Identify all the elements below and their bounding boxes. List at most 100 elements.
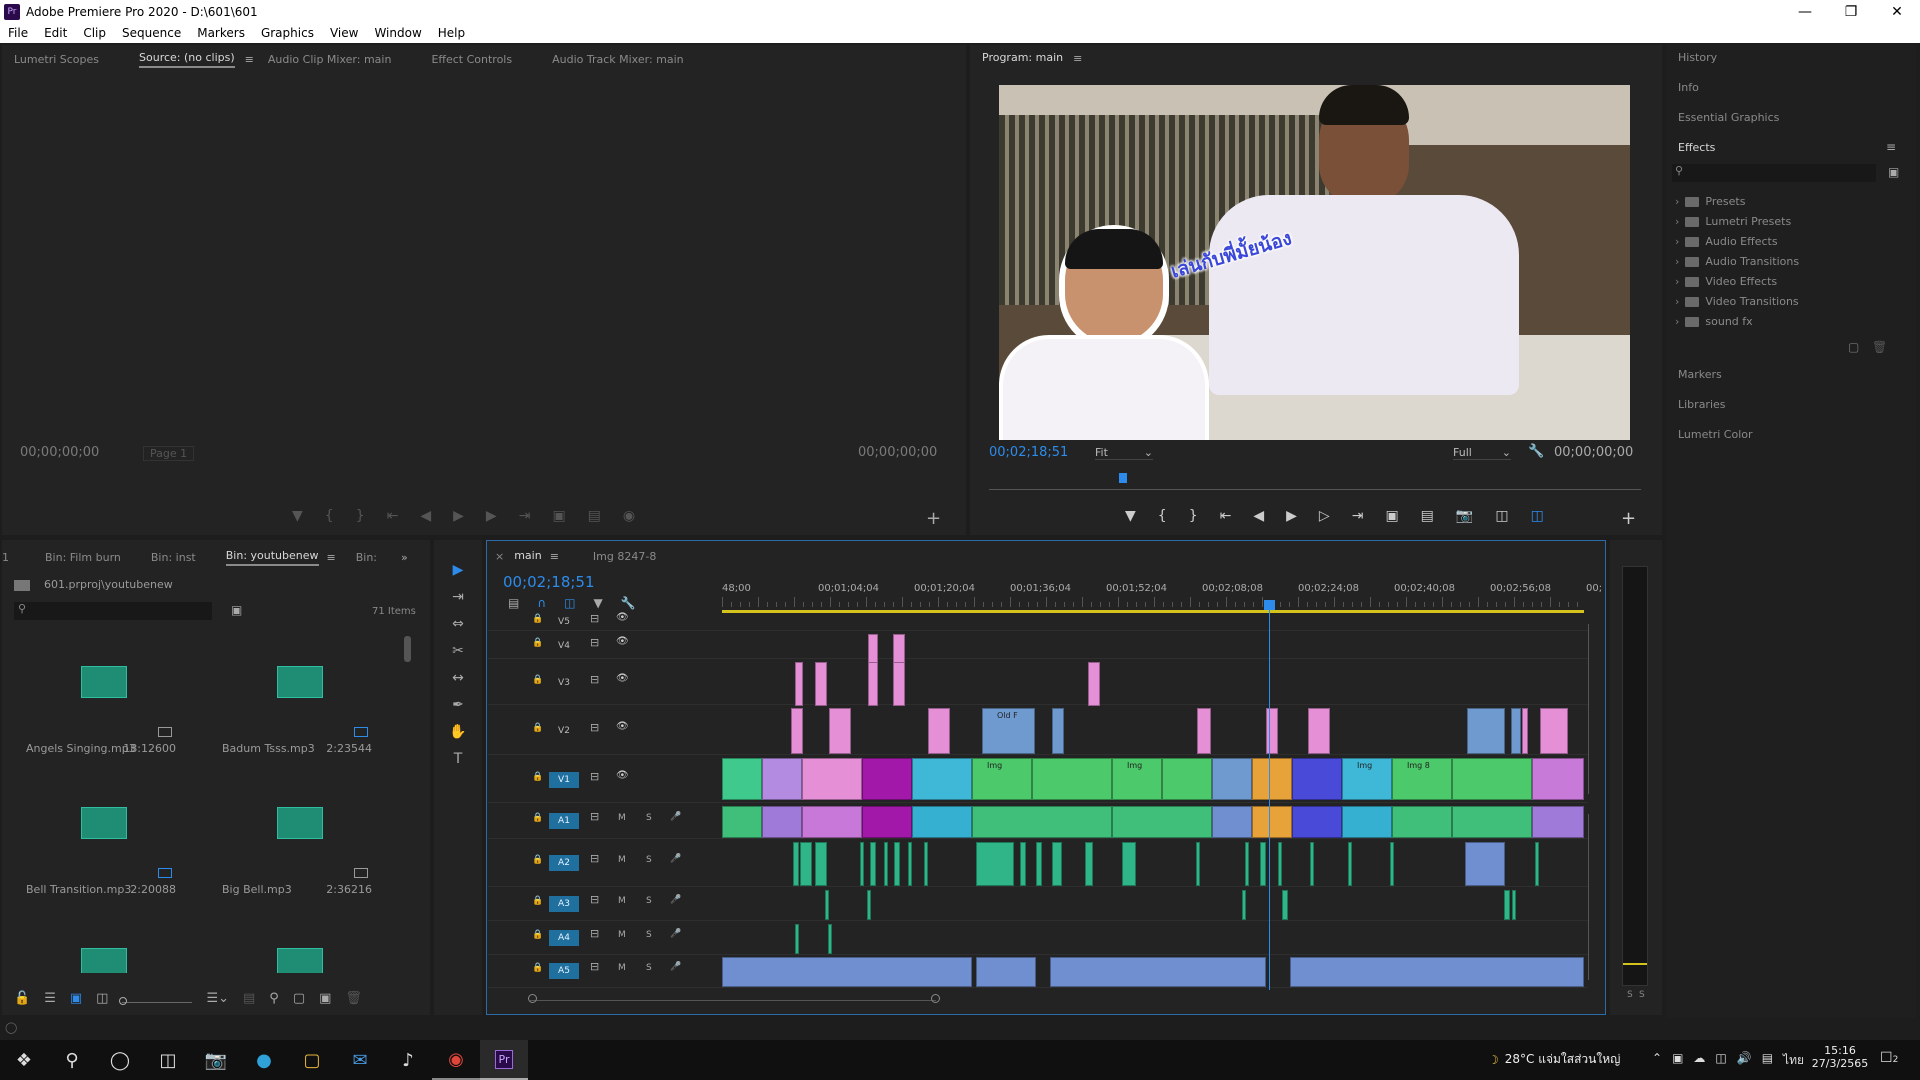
timeline-timecode[interactable]: 00;02;18;51 bbox=[503, 573, 595, 591]
weather-widget[interactable]: ☽ 28°C แจ่มใสส่วนใหญ่ bbox=[1488, 1050, 1620, 1069]
sort-icon[interactable]: ☰⌄ bbox=[206, 991, 229, 1006]
voiceover-mic-icon[interactable]: 🎤 bbox=[670, 895, 681, 905]
meter-solo-right[interactable]: S bbox=[1639, 990, 1645, 1000]
a2-clip[interactable] bbox=[793, 842, 799, 886]
tab-bin-inst[interactable]: Bin: inst bbox=[151, 551, 196, 564]
snap-icon[interactable]: ∩ bbox=[537, 596, 546, 610]
effects-folder-icon[interactable]: ▢ bbox=[1848, 340, 1859, 354]
a2-clip[interactable] bbox=[1260, 842, 1266, 886]
tray-chevron-icon[interactable]: ⌃ bbox=[1652, 1051, 1662, 1070]
effects-folder-presets[interactable]: › Presets bbox=[1675, 195, 1745, 208]
play-icon[interactable]: ▶ bbox=[1286, 508, 1297, 524]
v2-clip[interactable] bbox=[1266, 708, 1278, 754]
v2-clip[interactable] bbox=[1522, 708, 1528, 754]
eye-icon[interactable]: 👁 bbox=[616, 673, 629, 684]
a4-clip[interactable] bbox=[795, 924, 799, 954]
a1-clip[interactable] bbox=[972, 806, 1112, 838]
chevron-right-icon[interactable]: › bbox=[1675, 235, 1679, 248]
program-video-frame[interactable]: เล่นกับพี่มั้ยน้อง bbox=[999, 85, 1630, 440]
source-page-select[interactable]: Page 1 bbox=[143, 446, 195, 461]
a1-clip[interactable] bbox=[1342, 806, 1392, 838]
program-menu-icon[interactable]: ≡ bbox=[1073, 52, 1082, 65]
timeline-ruler[interactable]: 48;00 00;01;04;04 00;01;20;04 00;01;36;04 00… bbox=[722, 583, 1602, 611]
tray-device-icon[interactable]: ◫ bbox=[1715, 1051, 1726, 1070]
task-view-icon[interactable]: ◫ bbox=[144, 1040, 192, 1080]
chevron-right-icon[interactable]: › bbox=[1675, 275, 1679, 288]
a2-clip[interactable] bbox=[884, 842, 888, 886]
notification-center-icon[interactable]: ☐2 bbox=[1880, 1050, 1898, 1066]
a1-clip[interactable] bbox=[1392, 806, 1452, 838]
mail-icon[interactable]: ✉ bbox=[336, 1040, 384, 1080]
windows-start-icon[interactable]: ❖ bbox=[0, 1040, 48, 1080]
mute-button[interactable]: M bbox=[618, 930, 626, 940]
timeline-vscroll-video[interactable] bbox=[1588, 624, 1592, 794]
panel-lumetri-color[interactable]: Lumetri Color bbox=[1678, 428, 1753, 441]
chevron-right-icon[interactable]: › bbox=[1675, 295, 1679, 308]
a2-clip[interactable] bbox=[924, 842, 928, 886]
track-label-a5[interactable]: A5 bbox=[549, 963, 579, 979]
track-label-a1[interactable]: A1 bbox=[549, 813, 579, 829]
tab-sequence-main[interactable]: main bbox=[514, 549, 541, 564]
track-label-a4[interactable]: A4 bbox=[549, 930, 579, 946]
a5-clip[interactable] bbox=[722, 957, 972, 987]
menu-view[interactable]: View bbox=[322, 26, 366, 40]
a3-clip[interactable] bbox=[1512, 890, 1516, 920]
zoom-slider[interactable] bbox=[119, 995, 193, 1005]
track-lock-icon[interactable]: 🔒 bbox=[532, 896, 543, 906]
lift-icon[interactable]: ▣ bbox=[1385, 508, 1398, 524]
eye-icon[interactable]: 👁 bbox=[616, 770, 629, 781]
timeline-settings-icon[interactable]: 🔧 bbox=[621, 596, 636, 610]
minimize-icon[interactable]: — bbox=[1782, 0, 1828, 23]
a3-clip[interactable] bbox=[1242, 890, 1246, 920]
program-fit-select[interactable]: Fit ⌄ bbox=[1095, 446, 1153, 460]
v1-clip[interactable]: Img bbox=[1112, 758, 1162, 800]
v3-clip[interactable] bbox=[893, 662, 905, 706]
sync-lock-icon[interactable]: ⊟ bbox=[590, 893, 599, 906]
track-label-a2[interactable]: A2 bbox=[549, 855, 579, 871]
v2-clip[interactable] bbox=[829, 708, 851, 754]
panel-effects[interactable]: Effects bbox=[1678, 141, 1715, 154]
v1-clip[interactable] bbox=[722, 758, 762, 800]
mark-in-icon[interactable]: { bbox=[1158, 508, 1167, 524]
a1-clip[interactable] bbox=[762, 806, 802, 838]
track-label-v2[interactable]: V2 bbox=[549, 723, 579, 739]
a4-clip[interactable] bbox=[828, 924, 832, 954]
export-frame-icon[interactable]: ◉ bbox=[623, 508, 635, 524]
a2-clip[interactable] bbox=[860, 842, 864, 886]
effects-menu-icon[interactable]: ≡ bbox=[1886, 140, 1896, 154]
program-quality-select[interactable]: Full ⌄ bbox=[1453, 446, 1511, 460]
sync-lock-icon[interactable]: ⊟ bbox=[590, 927, 599, 940]
a2-clip[interactable] bbox=[1310, 842, 1314, 886]
effects-folder-audio-effects[interactable]: › Audio Effects bbox=[1675, 235, 1778, 248]
track-lock-icon[interactable]: 🔒 bbox=[532, 930, 543, 940]
chevron-right-icon[interactable]: › bbox=[1675, 195, 1679, 208]
step-back-icon[interactable]: ◀ bbox=[420, 508, 431, 524]
effects-new-bin-icon[interactable]: ▣ bbox=[1888, 165, 1899, 179]
a3-clip[interactable] bbox=[1282, 890, 1288, 920]
mark-out-icon[interactable]: } bbox=[356, 508, 365, 524]
v1-clip[interactable] bbox=[1032, 758, 1112, 800]
list-view-icon[interactable]: ☰ bbox=[44, 991, 56, 1006]
a1-clip[interactable] bbox=[1252, 806, 1292, 838]
a2-clip[interactable] bbox=[1085, 842, 1093, 886]
v2-clip[interactable] bbox=[1511, 708, 1521, 754]
go-to-in-icon[interactable]: ⇤ bbox=[387, 508, 399, 524]
v1-clip[interactable] bbox=[1532, 758, 1584, 800]
tab-bin-youtubenew[interactable]: Bin: youtubenew bbox=[225, 549, 319, 566]
close-icon[interactable]: ✕ bbox=[1874, 0, 1920, 23]
a1-clip[interactable] bbox=[1212, 806, 1252, 838]
menu-edit[interactable]: Edit bbox=[36, 26, 75, 40]
bin-item[interactable]: Big Bell.mp3 2:36216 bbox=[210, 777, 390, 912]
track-label-v5[interactable]: V5 bbox=[549, 614, 579, 630]
v1-clip[interactable] bbox=[802, 758, 862, 800]
mute-button[interactable]: M bbox=[618, 813, 626, 823]
v3-clip[interactable] bbox=[1088, 662, 1100, 706]
a1-clip[interactable] bbox=[1112, 806, 1212, 838]
tab-project[interactable]: 1 bbox=[2, 551, 9, 564]
effects-delete-icon[interactable]: 🗑 bbox=[1872, 340, 1887, 354]
voiceover-mic-icon[interactable]: 🎤 bbox=[670, 812, 681, 822]
tiktok-icon[interactable]: ♪ bbox=[384, 1040, 432, 1080]
new-bin-icon[interactable]: ▢ bbox=[293, 991, 305, 1006]
menu-help[interactable]: Help bbox=[430, 26, 473, 40]
v2-clip[interactable] bbox=[1467, 708, 1505, 754]
